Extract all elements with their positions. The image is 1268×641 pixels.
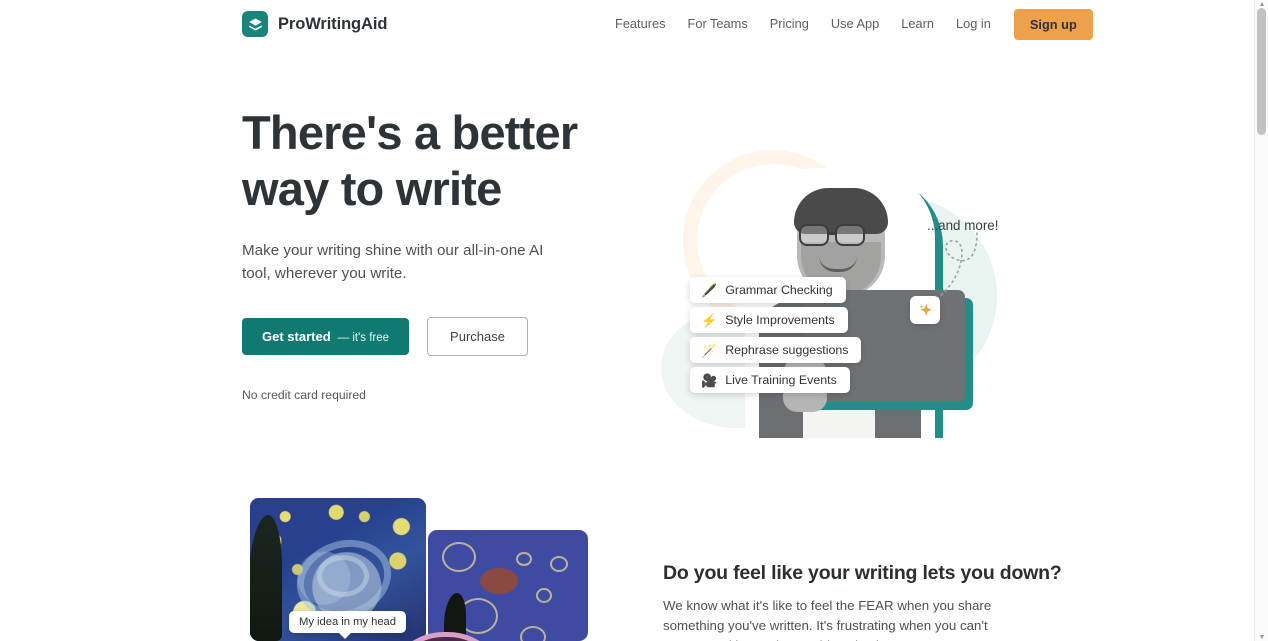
- feature-card-style-improvements: ⚡ Style Improvements: [690, 307, 848, 333]
- brand-logo[interactable]: ProWritingAid: [242, 11, 387, 37]
- hero-copy: There's a better way to write Make your …: [242, 105, 642, 402]
- spiral-icon: [442, 542, 476, 572]
- hero-subtitle: Make your writing shine with our all-in-…: [242, 242, 544, 282]
- feature-card-label: Rephrase suggestions: [725, 343, 849, 357]
- hero-title: There's a better way to write: [242, 105, 642, 217]
- nav-item-for-teams[interactable]: For Teams: [677, 0, 759, 48]
- feature-card-label: Grammar Checking: [725, 283, 833, 297]
- spiral-icon: [516, 552, 532, 566]
- scroll-down-arrow-icon[interactable]: ▼: [1255, 633, 1268, 641]
- hero-cta-row: Get started — it's free Purchase: [242, 317, 642, 356]
- no-credit-card-note: No credit card required: [242, 388, 366, 402]
- nav-item-learn[interactable]: Learn: [890, 0, 945, 48]
- brand-name: ProWritingAid: [278, 14, 388, 33]
- lower-heading: Do you feel like your writing lets you d…: [663, 562, 1062, 584]
- spiral-icon: [550, 556, 568, 572]
- artwork-comparison: My idea in my head: [242, 498, 602, 641]
- lower-section: My idea in my head Do you feel like your…: [0, 478, 1254, 641]
- spiral-icon: [520, 626, 546, 641]
- hero-section: There's a better way to write Make your …: [0, 48, 1254, 478]
- hero-title-line-2: way to write: [242, 162, 502, 215]
- feature-card-rephrase-suggestions: 🪄 Rephrase suggestions: [690, 337, 862, 363]
- main-nav: Features For Teams Pricing Use App Learn…: [604, 0, 1093, 48]
- spiral-icon: [536, 588, 552, 603]
- feature-card-label: Style Improvements: [725, 313, 835, 327]
- feature-card-label: Live Training Events: [725, 373, 837, 387]
- cypress-tree-shape: [250, 515, 282, 641]
- glasses-right-lens-icon: [835, 224, 865, 246]
- scroll-up-arrow-icon[interactable]: ▲: [1255, 0, 1268, 8]
- feature-card-grammar-checking: 🖋️ Grammar Checking: [690, 277, 846, 303]
- sparkles-badge: [910, 296, 940, 324]
- hero-title-line-1: There's a better: [242, 106, 578, 159]
- nav-item-pricing[interactable]: Pricing: [759, 0, 820, 48]
- idea-tooltip: My idea in my head: [289, 611, 407, 639]
- pen-icon: 🖋️: [701, 282, 718, 298]
- video-camera-icon: 🎥: [701, 372, 718, 388]
- and-more-annotation: ...and more!: [927, 218, 999, 233]
- nav-item-log-in[interactable]: Log in: [945, 0, 1002, 48]
- glasses-left-lens-icon: [799, 224, 829, 246]
- purchase-button[interactable]: Purchase: [427, 317, 528, 356]
- magic-wand-icon: 🪄: [701, 342, 718, 358]
- glasses-bridge: [829, 232, 837, 235]
- page-root: ProWritingAid Features For Teams Pricing…: [0, 0, 1268, 641]
- feature-card-live-training-events: 🎥 Live Training Events: [690, 367, 850, 393]
- simplified-painting-image: [428, 530, 588, 641]
- get-started-suffix: — it's free: [337, 332, 390, 344]
- get-started-button[interactable]: Get started — it's free: [242, 318, 410, 355]
- page-scrollbar[interactable]: ▲ ▼: [1254, 0, 1268, 641]
- lower-paragraph: We know what it's like to feel the FEAR …: [663, 598, 992, 641]
- hero-illustration: 🖋️ Grammar Checking ⚡ Style Improvements…: [655, 98, 1025, 438]
- signup-button[interactable]: Sign up: [1013, 8, 1093, 40]
- nav-item-features[interactable]: Features: [604, 0, 677, 48]
- get-started-label: Get started: [262, 329, 331, 344]
- lightning-icon: ⚡: [701, 312, 718, 328]
- scrollbar-thumb[interactable]: [1257, 8, 1266, 135]
- red-blob-shape: [480, 568, 518, 594]
- site-header: ProWritingAid Features For Teams Pricing…: [0, 0, 1254, 48]
- swirl-shape: [316, 555, 369, 598]
- sparkles-icon: [918, 302, 932, 316]
- stacked-books-icon: [242, 11, 268, 37]
- nav-item-use-app[interactable]: Use App: [820, 0, 890, 48]
- lower-copy: Do you feel like your writing lets you d…: [663, 562, 1063, 641]
